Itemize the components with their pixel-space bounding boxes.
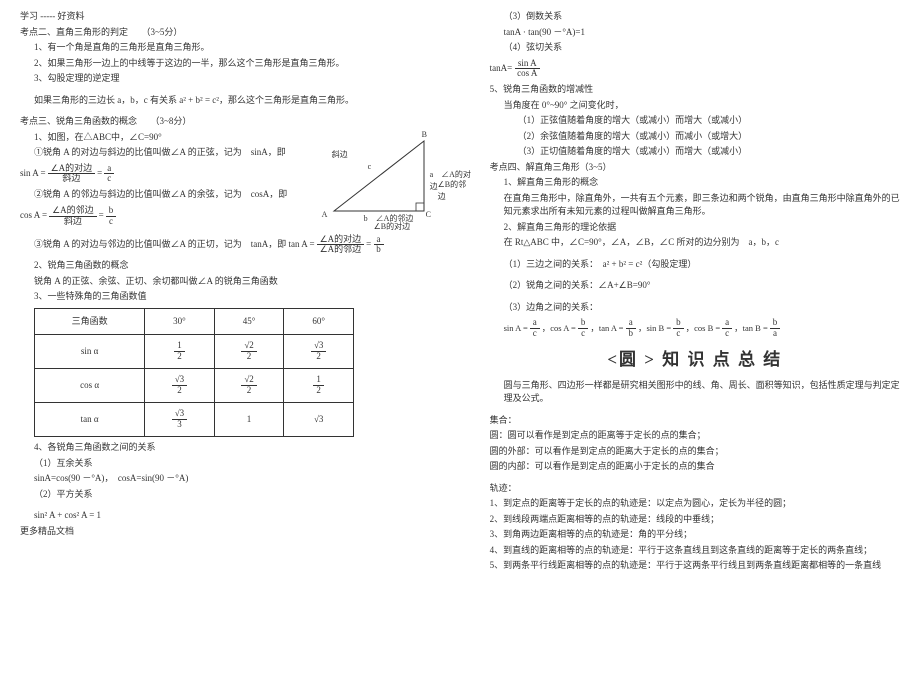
set-c: 圆的内部：可以看作是到定点的距离小于定长的点的集合 xyxy=(490,460,900,474)
vertex-b: B xyxy=(422,129,427,141)
right-column: （3）倒数关系 tanA · tan(90 －°A)=1 （4）弦切关系 tan… xyxy=(482,8,908,673)
k2-item-2: 2、如果三角形一边上的中线等于这边的一半，那么这个三角形是直角三角形。 xyxy=(20,57,474,71)
circle-section-title: <圆 > 知 识 点 总 结 xyxy=(490,347,900,373)
locus-title: 轨迹： xyxy=(490,482,900,496)
k4-3d: sin A = ac ，cos A = bc ，tan A = ab ，sin … xyxy=(490,318,900,339)
th-45: 45° xyxy=(214,308,284,335)
k4-2-title: 2、解直角三角形的理论依据 xyxy=(490,221,900,235)
k3-4-body: 锐角 A 的正弦、余弦、正切、余切都叫做∠A 的锐角三角函数 xyxy=(20,275,474,289)
side-b2: ∠B的对边 xyxy=(374,221,411,233)
set-a: 圆：圆可以看作是到定点的距离等于定长的点的集合； xyxy=(490,429,900,443)
locus-3: 3、到角两边距离相等的点的轨迹是：角的平分线； xyxy=(490,528,900,542)
rel-4: （4）弦切关系 xyxy=(490,41,900,55)
k2-item-1: 1、有一个角是直角的三角形是直角三角形。 xyxy=(20,41,474,55)
rel-3-eq: tanA · tan(90 －°A)=1 xyxy=(490,26,900,40)
k4-1-title: 1、解直角三角形的概念 xyxy=(490,176,900,190)
k3-title: 考点三、锐角三角函数的概念 （3~8分） xyxy=(20,115,474,129)
left-column: 学习 ----- 好资料 考点二、直角三角形的判定 （3~5分） 1、有一个角是… xyxy=(12,8,482,673)
th-fn: 三角函数 xyxy=(35,308,145,335)
locus-5: 5、到两条平行线距离相等的点的轨迹是：平行于这两条平行线且到两条直线距离都相等的… xyxy=(490,559,900,573)
k3-6b: sinA=cos(90 －°A)， cosA=sin(90 －°A) xyxy=(20,472,474,486)
k3-6-title: 4、各锐角三角函数之间的关系 xyxy=(20,441,474,455)
k4-2-body: 在 Rt△ABC 中，∠C=90°，∠A，∠B，∠C 所对的边分别为 a，b，c xyxy=(490,236,900,250)
k3-6c: （2）平方关系 xyxy=(20,488,474,502)
r5-title: 5、锐角三角函数的增减性 xyxy=(490,83,900,97)
k4-title: 考点四、解直角三角形（3~5） xyxy=(490,161,900,175)
locus-2: 2、到线段两端点距离相等的点的轨迹是：线段的中垂线； xyxy=(490,513,900,527)
th-30: 30° xyxy=(145,308,215,335)
side-a2: ∠B的邻边 xyxy=(438,179,474,203)
k3-6a: （1）互余关系 xyxy=(20,457,474,471)
cos-formula: cos A = ∠A的邻边斜边 = bc xyxy=(20,206,308,227)
r5c: （2）余弦值随着角度的增大（或减小）而减小（或增大） xyxy=(490,130,900,144)
k4-3b: （2）锐角之间的关系：∠A+∠B=90° xyxy=(490,279,900,293)
k4-1-body: 在直角三角形中，除直角外，一共有五个元素，即三条边和两个锐角，由直角三角形中除直… xyxy=(490,192,900,219)
k3-tan-def: ③锐角 A 的对边与邻边的比值叫做∠A 的正切，记为 tanA，即 tan A … xyxy=(20,235,474,256)
footer-note: 更多精品文档 xyxy=(20,525,474,539)
r5a: 当角度在 0°~90° 之间变化时， xyxy=(490,99,900,113)
r5d: （3）正切值随着角度的增大（或减小）而增大（或减小） xyxy=(490,145,900,159)
rel-3: （3）倒数关系 xyxy=(490,10,900,24)
trig-values-table: 三角函数 30° 45° 60° sin α 12 √22 √32 cos α … xyxy=(34,308,354,438)
hypotenuse-label: 斜边 xyxy=(332,149,348,161)
locus-1: 1、到定点的距离等于定长的点的轨迹是：以定点为圆心，定长为半径的圆； xyxy=(490,497,900,511)
side-c: c xyxy=(368,161,372,173)
k3-5-title: 3、一些特殊角的三角函数值 xyxy=(20,290,474,304)
sin-formula: sin A = ∠A的对边斜边 = ac xyxy=(20,164,308,185)
k4-3c: （3）边角之间的关系： xyxy=(490,301,900,315)
k2-item-3b: 如果三角形的三边长 a，b，c 有关系 a² + b² = c²，那么这个三角形… xyxy=(20,94,474,108)
set-title: 集合： xyxy=(490,414,900,428)
vertex-c: C xyxy=(426,209,431,221)
rel-4-eq: tanA= sin Acos A xyxy=(490,59,900,80)
right-triangle-figure: B A C c 斜边 a ∠A的对边 ∠B的邻边 b ∠A的邻边 ∠B的对边 xyxy=(314,131,474,231)
k2-title: 考点二、直角三角形的判定 （3~5分） xyxy=(20,26,474,40)
k3-4-title: 2、锐角三角函数的概念 xyxy=(20,259,474,273)
th-60: 60° xyxy=(284,308,354,335)
header-note: 学习 ----- 好资料 xyxy=(20,10,474,24)
row-sin: sin α 12 √22 √32 xyxy=(35,335,354,369)
k2-item-3: 3、勾股定理的逆定理 xyxy=(20,72,474,86)
row-tan: tan α √33 1 √3 xyxy=(35,403,354,437)
r5b: （1）正弦值随着角度的增大（或减小）而增大（或减小） xyxy=(490,114,900,128)
k4-3a: （1）三边之间的关系： a² + b² = c²（勾股定理） xyxy=(490,258,900,272)
set-b: 圆的外部：可以看作是到定点的距离大于定长的点的集合； xyxy=(490,445,900,459)
k3-6d: sin² A + cos² A = 1 xyxy=(20,509,474,523)
circle-intro: 圆与三角形、四边形一样都是研究相关图形中的线、角、周长、面积等知识，包括性质定理… xyxy=(490,379,900,406)
locus-4: 4、到直线的距离相等的点的轨迹是：平行于这条直线且到这条直线的距离等于定长的两条… xyxy=(490,544,900,558)
vertex-a: A xyxy=(322,209,328,221)
row-cos: cos α √32 √22 12 xyxy=(35,369,354,403)
